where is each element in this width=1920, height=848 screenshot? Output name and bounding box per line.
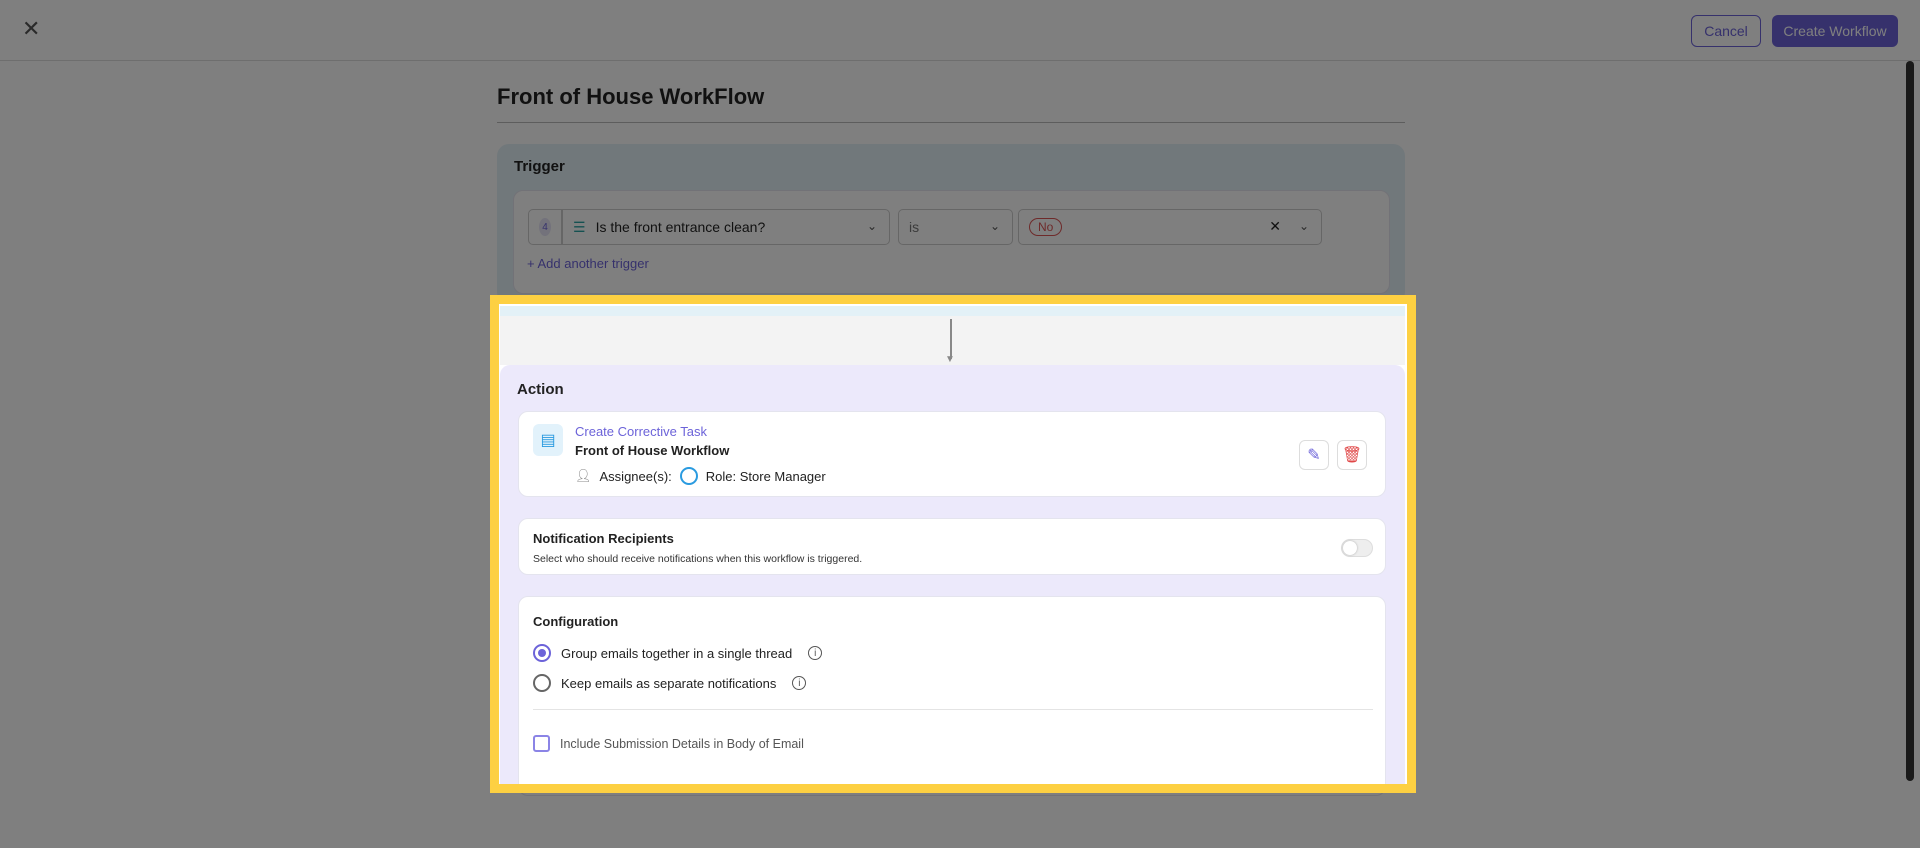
operator-value: is [909, 219, 920, 235]
top-bar: ✕ Cancel Create Workflow [0, 0, 1920, 61]
value-chip: No [1029, 218, 1063, 236]
highlight-overlay [490, 295, 1416, 793]
scrollbar[interactable] [1906, 61, 1914, 781]
step-number: 4 [539, 218, 551, 236]
add-trigger-label: Add another trigger [537, 256, 649, 271]
question-value: Is the front entrance clean? [595, 219, 766, 235]
close-icon[interactable]: ✕ [22, 16, 40, 42]
cancel-button[interactable]: Cancel [1691, 15, 1761, 47]
value-select[interactable]: No ✕ ⌄ [1018, 209, 1322, 245]
chevron-down-icon: ⌄ [866, 219, 877, 233]
question-select[interactable]: ☰ Is the front entrance clean? ⌄ [562, 209, 890, 245]
list-icon: ☰ [573, 218, 586, 235]
divider [497, 122, 1405, 123]
create-workflow-button[interactable]: Create Workflow [1772, 15, 1898, 47]
page-title: Front of House WorkFlow [497, 84, 765, 109]
trigger-label: Trigger [514, 158, 565, 175]
clear-icon[interactable]: ✕ [1269, 218, 1281, 235]
trigger-number: 4 [528, 209, 562, 245]
add-trigger-link[interactable]: + Add another trigger [527, 256, 649, 271]
chevron-down-icon: ⌄ [989, 219, 1000, 233]
operator-select[interactable]: is ⌄ [898, 209, 1013, 245]
chevron-down-icon: ⌄ [1298, 219, 1309, 233]
